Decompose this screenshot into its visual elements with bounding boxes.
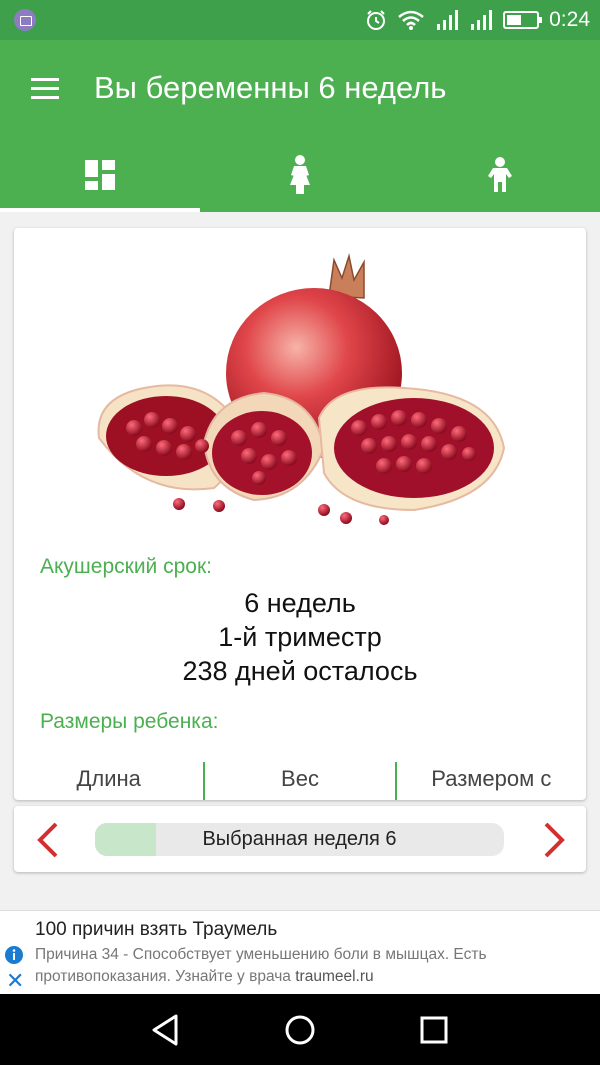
status-time: 0:24 — [549, 8, 590, 31]
ad-text: Причина 34 - Способствует уменьшению бол… — [35, 944, 555, 988]
size-column-weight: Вес — [203, 762, 394, 800]
ad-link[interactable]: traumeel.ru — [295, 968, 373, 985]
close-icon[interactable]: ✕ — [6, 970, 24, 992]
alarm-icon — [367, 10, 386, 30]
status-icons: 0:24 — [365, 0, 590, 40]
wifi-icon — [398, 10, 424, 30]
signal-icon — [437, 10, 459, 30]
baby-size-label: Размеры ребенка: — [40, 710, 219, 733]
page-title: Вы беременны 6 недель — [94, 70, 447, 105]
previous-week-button[interactable] — [30, 820, 70, 860]
ad-title: 100 причин взять Траумель — [35, 919, 278, 940]
info-icon[interactable] — [4, 945, 24, 965]
week-progress-bar[interactable]: Выбранная неделя 6 — [95, 823, 504, 856]
battery-icon — [503, 11, 543, 29]
baby-icon — [488, 157, 512, 192]
hamburger-menu-icon[interactable] — [28, 72, 62, 106]
week-selector: Выбранная неделя 6 — [14, 806, 586, 872]
tab-dashboard[interactable] — [0, 138, 200, 212]
tab-bar — [0, 138, 600, 212]
weeks-value: 6 недель — [244, 588, 356, 618]
days-left-value: 238 дней осталось — [182, 656, 418, 686]
baby-size-columns: Длина Вес Размером с — [14, 762, 586, 800]
size-column-length: Длина — [76, 766, 141, 791]
week-info-card: Акушерский срок: 6 недель 1-й триместр 2… — [14, 228, 586, 800]
signal-icon — [471, 10, 493, 30]
mother-icon — [290, 155, 310, 194]
tab-baby[interactable] — [400, 138, 600, 212]
home-icon[interactable] — [282, 1012, 318, 1048]
trimester-value: 1-й триместр — [218, 622, 382, 652]
navigation-bar — [0, 994, 600, 1065]
size-column-comparison: Размером с — [394, 762, 586, 800]
pomegranate-image — [97, 253, 506, 525]
status-bar: 0:24 — [0, 0, 600, 40]
ad-body: Причина 34 - Способствует уменьшению бол… — [35, 946, 487, 985]
next-week-button[interactable] — [532, 820, 572, 860]
tab-mother[interactable] — [200, 138, 400, 212]
selected-week-label: Выбранная неделя 6 — [202, 828, 397, 850]
app-notification-icon — [14, 9, 36, 31]
dashboard-icon — [85, 160, 115, 190]
ad-banner[interactable]: ✕ 100 причин взять Траумель Причина 34 -… — [0, 910, 600, 994]
recent-apps-icon[interactable] — [416, 1012, 452, 1048]
back-icon[interactable] — [148, 1012, 184, 1048]
obstetric-term-label: Акушерский срок: — [40, 555, 212, 578]
app-bar: Вы беременны 6 недель — [0, 40, 600, 212]
